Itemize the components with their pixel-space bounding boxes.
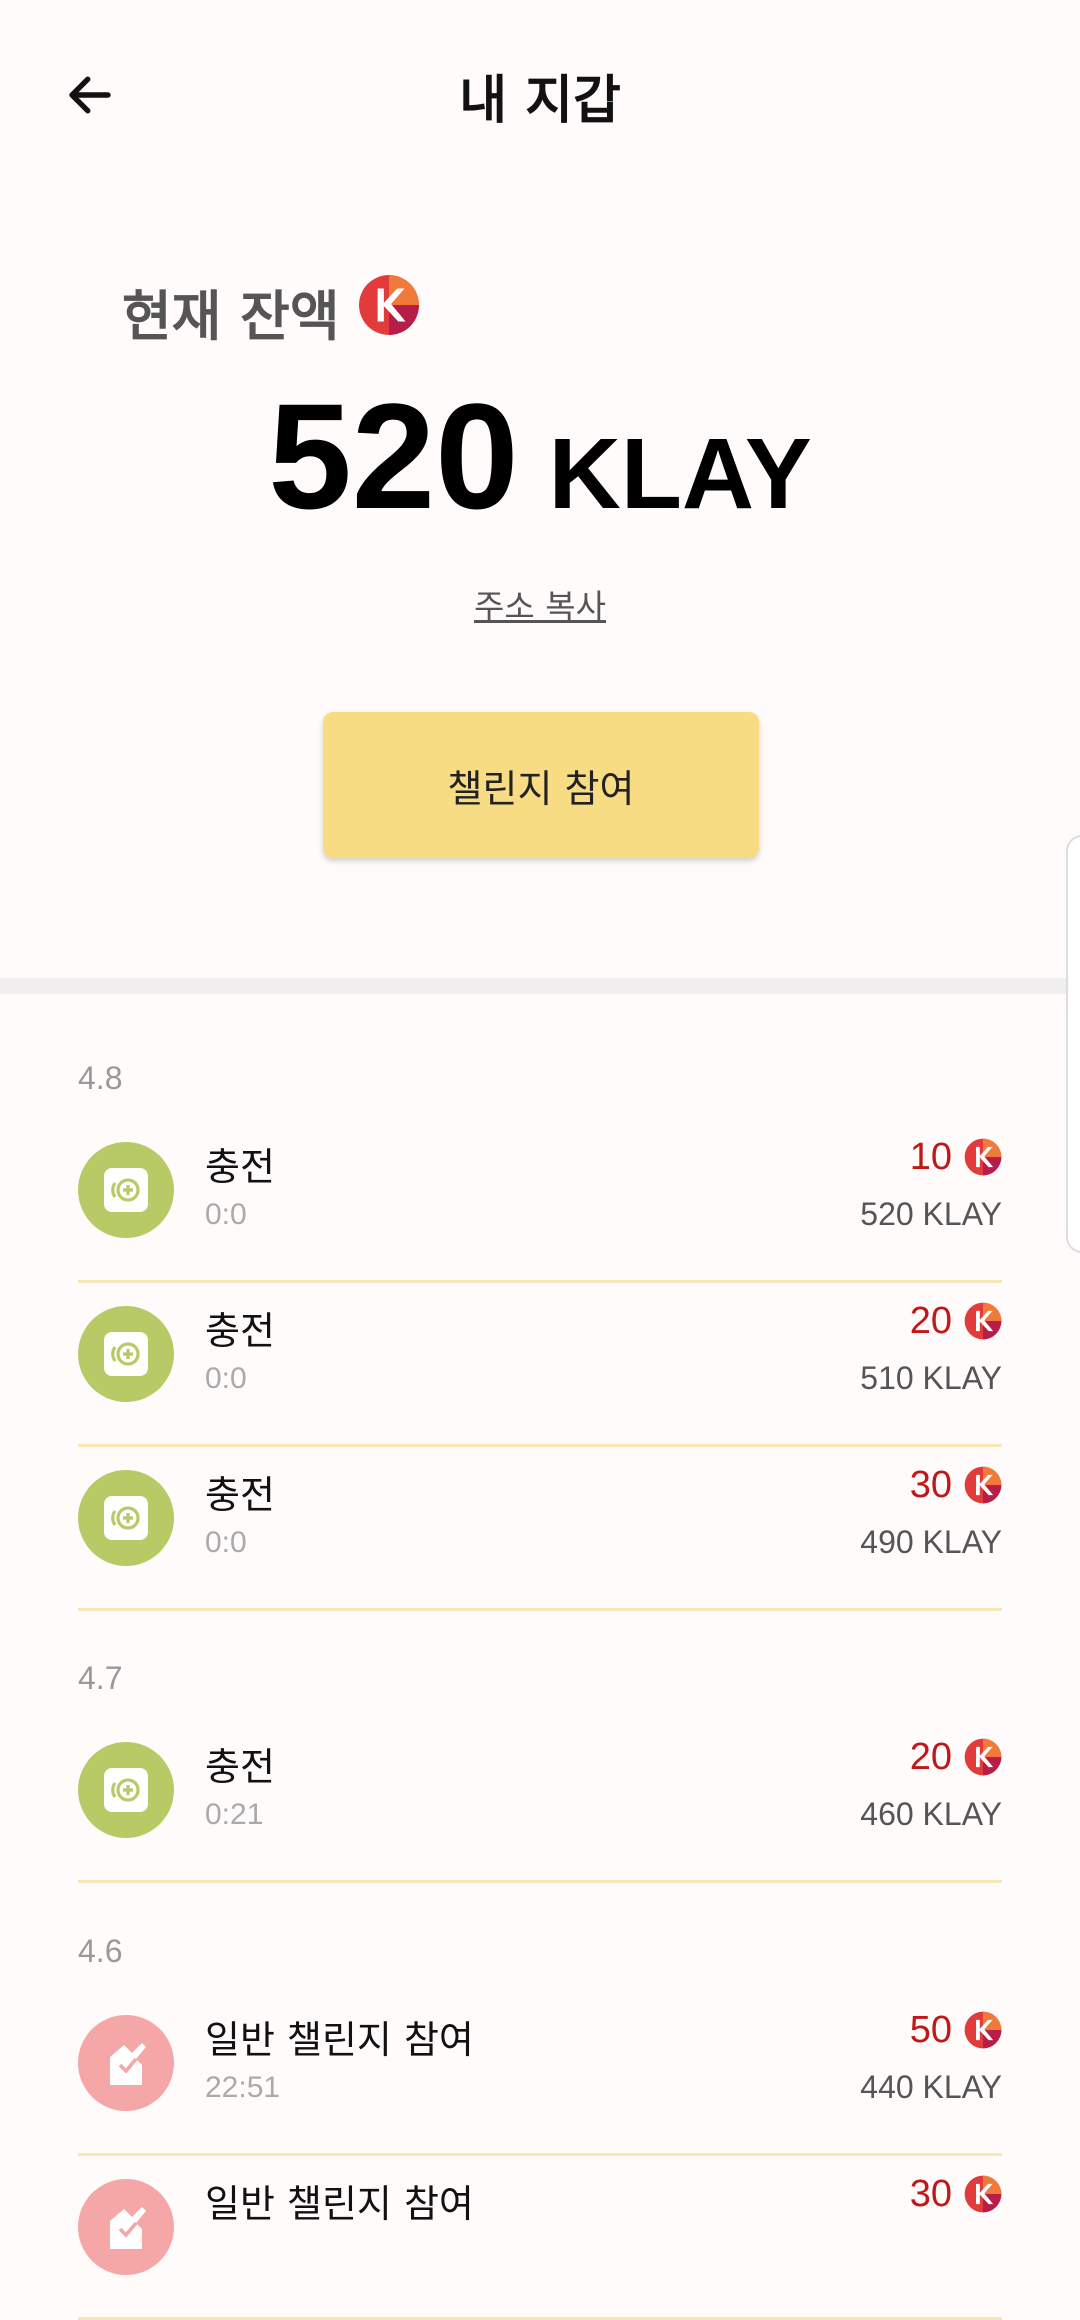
transaction-amount: 10 xyxy=(909,1136,952,1178)
charge-icon xyxy=(78,1742,174,1838)
date-label: 4.6 xyxy=(78,1933,123,1969)
transaction-time: 22:51 xyxy=(205,2071,281,2104)
transaction-title: 일반 챌린지 참여 xyxy=(205,2018,474,2062)
balance-label: 현재 잔액 xyxy=(122,272,420,351)
transaction-balance: 490 KLAY xyxy=(860,1524,1002,1560)
transaction-amount: 30 xyxy=(909,2173,952,2215)
transaction-title: 충전 xyxy=(205,1473,275,1517)
transaction-row[interactable]: 충전 0:0 20 510 KLAY xyxy=(78,1280,1002,1447)
balance-unit: KLAY xyxy=(548,418,812,530)
challenge-icon xyxy=(78,2179,174,2275)
klay-logo-icon xyxy=(964,1138,1002,1180)
transaction-balance: 510 KLAY xyxy=(860,1360,1002,1396)
transaction-time: 0:0 xyxy=(205,1198,247,1231)
challenge-icon xyxy=(78,2015,174,2111)
transaction-row[interactable]: 충전 0:0 30 490 KLAY xyxy=(78,1444,1002,1611)
klay-logo-icon xyxy=(358,274,420,349)
transaction-balance: 520 KLAY xyxy=(860,1196,1002,1232)
transaction-row[interactable]: 일반 챌린지 참여 30 xyxy=(78,2153,1002,2320)
klay-logo-icon xyxy=(964,1738,1002,1780)
transaction-time: 0:0 xyxy=(205,1526,247,1559)
transaction-title: 충전 xyxy=(205,1745,275,1789)
klay-logo-icon xyxy=(964,1302,1002,1344)
transaction-row[interactable]: 충전 0:0 10 520 KLAY xyxy=(78,1116,1002,1283)
balance-number: 520 xyxy=(268,372,519,540)
balance-label-text: 현재 잔액 xyxy=(122,285,340,348)
transaction-amount: 20 xyxy=(909,1736,952,1778)
transaction-title: 충전 xyxy=(205,1309,275,1353)
top-bar: 내 지갑 xyxy=(0,0,1080,190)
klay-logo-icon xyxy=(964,2011,1002,2053)
transaction-row[interactable]: 충전 0:21 20 460 KLAY xyxy=(78,1716,1002,1883)
section-divider xyxy=(0,978,1080,994)
transaction-amount: 20 xyxy=(909,1300,952,1342)
transaction-time: 0:21 xyxy=(205,1798,264,1831)
transaction-balance: 440 KLAY xyxy=(860,2069,1002,2105)
date-label: 4.7 xyxy=(78,1660,123,1696)
transaction-row[interactable]: 일반 챌린지 참여 22:51 50 440 KLAY xyxy=(78,1989,1002,2156)
page-title: 내 지갑 xyxy=(459,71,621,131)
transaction-time: 0:0 xyxy=(205,1362,247,1395)
klay-logo-icon xyxy=(964,2175,1002,2217)
balance-amount: 520 KLAY xyxy=(0,370,1080,543)
transaction-amount: 50 xyxy=(909,2009,952,2051)
charge-icon xyxy=(78,1306,174,1402)
scroll-handle[interactable] xyxy=(1066,835,1080,1253)
transaction-balance: 460 KLAY xyxy=(860,1796,1002,1832)
charge-icon xyxy=(78,1142,174,1238)
klay-logo-icon xyxy=(964,1466,1002,1508)
date-label: 4.8 xyxy=(78,1060,123,1096)
transaction-title: 충전 xyxy=(205,1145,275,1189)
transaction-amount: 30 xyxy=(909,1464,952,1506)
charge-icon xyxy=(78,1470,174,1566)
challenge-join-button[interactable]: 챌린지 참여 xyxy=(323,712,759,858)
copy-address-link[interactable]: 주소 복사 xyxy=(0,580,1080,628)
